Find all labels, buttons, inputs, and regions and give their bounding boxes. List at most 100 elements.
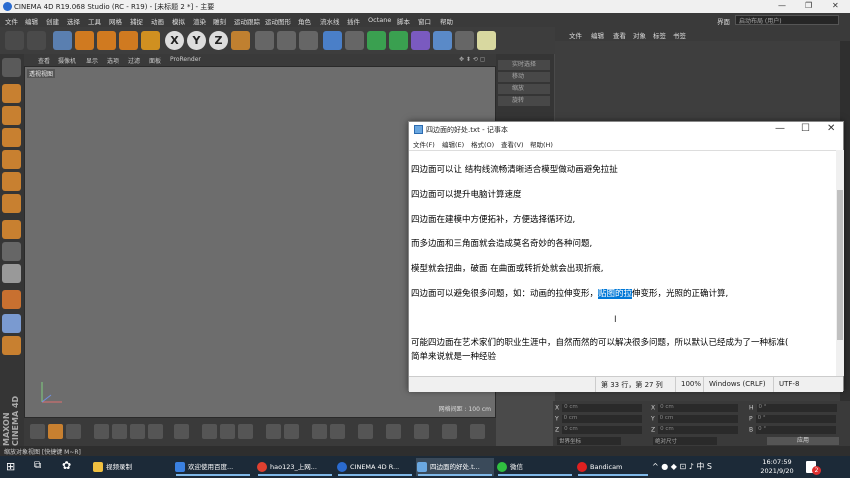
- taskbar-item-browser[interactable]: 欢迎使用百度...: [174, 458, 252, 476]
- coord-mode-dropdown[interactable]: 世界坐标: [557, 437, 621, 445]
- move-item[interactable]: 移动: [498, 72, 550, 82]
- menu-help[interactable]: 帮助: [440, 16, 453, 26]
- taskbar-item-cinema4d[interactable]: CINEMA 4D R...: [336, 458, 414, 476]
- menu-mograph[interactable]: 运动图形: [265, 16, 291, 26]
- next-frame-icon[interactable]: [130, 424, 145, 439]
- viewport-nav-icons[interactable]: ✥ ⬍ ⟲ ▢: [459, 56, 485, 63]
- notepad-close-icon[interactable]: ✕: [827, 123, 835, 134]
- menu-animate[interactable]: 动画: [151, 16, 164, 26]
- model-mode-icon[interactable]: [2, 84, 21, 103]
- render-view-icon[interactable]: [255, 31, 274, 50]
- light-icon[interactable]: [477, 31, 496, 50]
- render-picture-viewer-icon[interactable]: [277, 31, 296, 50]
- windows-start-icon[interactable]: ⊞: [6, 460, 15, 473]
- vp-menu-view[interactable]: 查看: [38, 56, 50, 65]
- snap-icon[interactable]: [2, 264, 21, 283]
- size-x-field[interactable]: 0 cm: [658, 404, 739, 412]
- axis-mode-icon[interactable]: [2, 220, 21, 239]
- play-back-icon[interactable]: [94, 424, 109, 439]
- play-icon[interactable]: [112, 424, 127, 439]
- taskbar-item-notepad[interactable]: 四边面的好处.t...: [416, 458, 494, 476]
- notepad-text-area[interactable]: 四边面可以让 结构线流畅清晰适合模型做动画避免拉扯 四边面可以提升电脑计算速度 …: [409, 150, 836, 377]
- app-icon[interactable]: ✿: [62, 459, 71, 472]
- menu-sculpt[interactable]: 雕刻: [213, 16, 226, 26]
- coordinate-system-icon[interactable]: [231, 31, 250, 50]
- obj-menu-edit[interactable]: 编辑: [591, 30, 604, 40]
- pos-x-field[interactable]: 0 cm: [562, 404, 643, 412]
- taskbar-item-bandicam[interactable]: Bandicam: [576, 458, 650, 476]
- rotate-icon[interactable]: [119, 31, 138, 50]
- task-view-icon[interactable]: ⧉: [34, 460, 41, 471]
- playback-rate-icon[interactable]: [386, 424, 401, 439]
- maximize-icon[interactable]: ❐: [805, 1, 812, 10]
- vp-menu-filter[interactable]: 过滤: [128, 56, 140, 65]
- pen-icon[interactable]: [345, 31, 364, 50]
- scale-key-icon[interactable]: [220, 424, 235, 439]
- keyframe-icon[interactable]: [48, 424, 63, 439]
- scale-item[interactable]: 缩放: [498, 84, 550, 94]
- record-icon[interactable]: [66, 424, 81, 439]
- undo-icon[interactable]: [5, 31, 24, 50]
- menu-script[interactable]: 脚本: [397, 16, 410, 26]
- menu-pipeline[interactable]: 流水线: [320, 16, 340, 26]
- menu-create[interactable]: 创建: [46, 16, 59, 26]
- points-mode-icon[interactable]: [2, 150, 21, 169]
- np-menu-format[interactable]: 格式(O): [471, 139, 494, 149]
- menu-select[interactable]: 选择: [67, 16, 80, 26]
- size-z-field[interactable]: 0 cm: [658, 426, 739, 434]
- taskbar-item-wechat[interactable]: 微信: [496, 458, 574, 476]
- menu-plugins[interactable]: 插件: [347, 16, 360, 26]
- move-icon[interactable]: [75, 31, 94, 50]
- vp-menu-prorender[interactable]: ProRender: [170, 56, 201, 63]
- subdivision-icon[interactable]: [367, 31, 386, 50]
- menu-edit[interactable]: 编辑: [25, 16, 38, 26]
- obj-menu-view[interactable]: 查看: [613, 30, 626, 40]
- vp-menu-camera[interactable]: 摄像机: [58, 56, 76, 65]
- cube-icon[interactable]: [323, 31, 342, 50]
- y-axis-icon[interactable]: Y: [187, 31, 206, 50]
- cloner-icon[interactable]: [389, 31, 408, 50]
- system-tray[interactable]: ^ ● ◆ ⊡ ♪ 中 S: [652, 461, 712, 472]
- menu-file[interactable]: 文件: [5, 16, 18, 26]
- tweak-mode-icon[interactable]: [2, 242, 21, 261]
- notepad-minimize-icon[interactable]: —: [775, 123, 785, 134]
- param-key-icon[interactable]: [266, 424, 281, 439]
- close-icon[interactable]: ✕: [832, 1, 839, 10]
- menu-timeline-icon[interactable]: [470, 424, 485, 439]
- curve-icon[interactable]: [358, 424, 373, 439]
- layout-dropdown[interactable]: 启动布局 (用户): [735, 15, 839, 25]
- vp-menu-options[interactable]: 选项: [107, 56, 119, 65]
- taskbar-clock[interactable]: 16:07:59 2021/9/20: [756, 458, 798, 476]
- obj-menu-bookmark[interactable]: 书签: [673, 30, 686, 40]
- loop-icon[interactable]: [174, 424, 189, 439]
- rotation-key-icon[interactable]: [238, 424, 253, 439]
- taskbar-item-chrome[interactable]: hao123_上网...: [256, 458, 334, 476]
- menu-simulate[interactable]: 模拟: [172, 16, 185, 26]
- scrollbar-thumb[interactable]: [837, 190, 843, 340]
- menu-mesh[interactable]: 网格: [109, 16, 122, 26]
- vp-menu-display[interactable]: 显示: [86, 56, 98, 65]
- floor-icon[interactable]: [433, 31, 452, 50]
- keyframe-nav-icon[interactable]: [414, 424, 429, 439]
- make-editable-icon[interactable]: [2, 58, 21, 77]
- grid-icon[interactable]: [2, 336, 21, 355]
- polygons-mode-icon[interactable]: [2, 194, 21, 213]
- notepad-maximize-icon[interactable]: ☐: [801, 123, 810, 134]
- recent-tool-icon[interactable]: [141, 31, 160, 50]
- obj-menu-object[interactable]: 对象: [633, 30, 646, 40]
- ime-indicator[interactable]: 中: [696, 462, 704, 471]
- menu-render[interactable]: 渲染: [193, 16, 206, 26]
- rot-p-field[interactable]: 0 °: [755, 415, 836, 423]
- position-key-icon[interactable]: [202, 424, 217, 439]
- texture-mode-icon[interactable]: [2, 106, 21, 125]
- live-select-icon[interactable]: [53, 31, 72, 50]
- notepad-scrollbar[interactable]: [836, 150, 844, 376]
- redo-icon[interactable]: [27, 31, 46, 50]
- np-menu-help[interactable]: 帮助(H): [530, 139, 553, 149]
- x-axis-icon[interactable]: X: [165, 31, 184, 50]
- taskbar-item-video[interactable]: 视频录制: [92, 458, 170, 476]
- grid-timeline-icon[interactable]: [442, 424, 457, 439]
- menu-motion-tracking[interactable]: 运动跟踪: [234, 16, 260, 26]
- size-mode-dropdown[interactable]: 绝对尺寸: [653, 437, 717, 445]
- menu-snap[interactable]: 捕捉: [130, 16, 143, 26]
